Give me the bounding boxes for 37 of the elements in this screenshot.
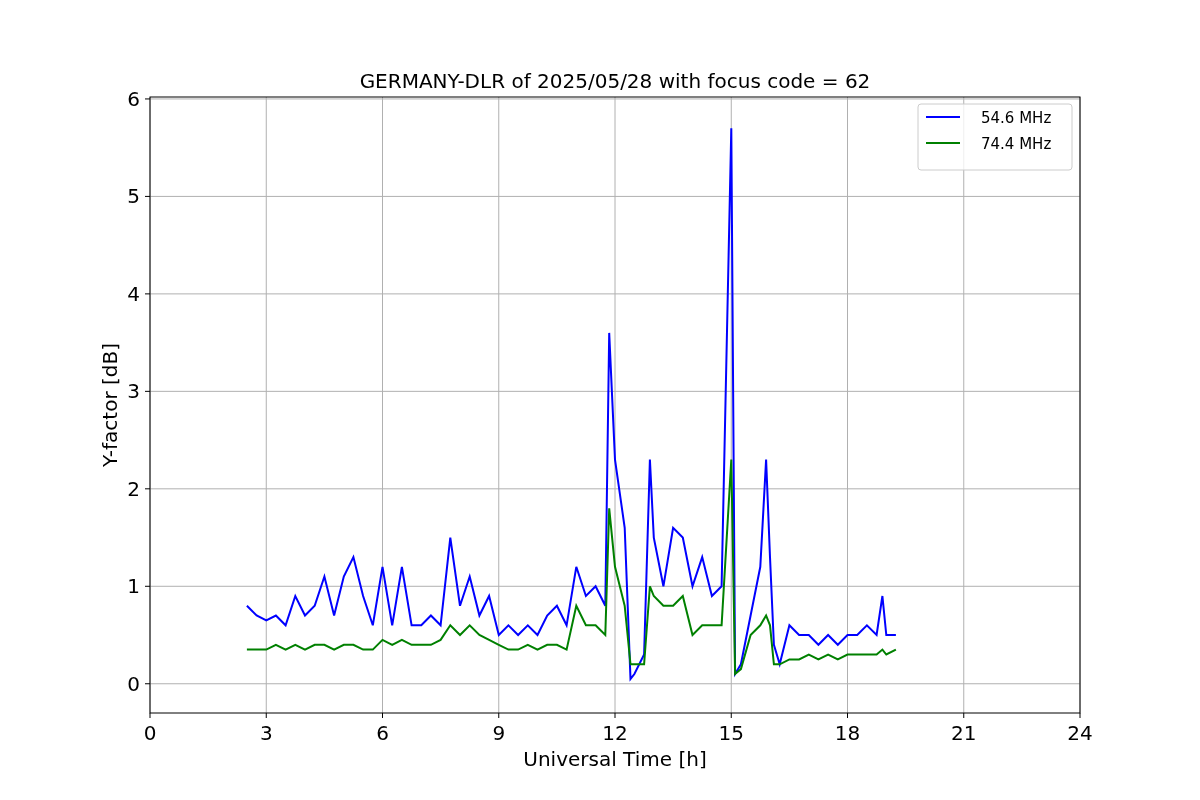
tick-mark <box>1079 712 1081 719</box>
tick-label: 21 <box>951 721 977 745</box>
tick-mark <box>144 98 151 100</box>
tick-label: 3 <box>259 721 273 745</box>
tick-label: 6 <box>127 86 140 111</box>
tick-label: 5 <box>127 184 140 209</box>
tick-mark <box>614 712 616 719</box>
tick-mark <box>963 712 965 719</box>
tick-label: 18 <box>834 721 861 745</box>
tick-label: 2 <box>127 476 140 501</box>
tick-mark <box>144 293 151 295</box>
tick-mark <box>730 712 732 719</box>
tick-mark <box>144 390 151 392</box>
tick-label: 9 <box>492 721 506 745</box>
tick-mark <box>265 712 267 719</box>
tick-mark <box>144 585 151 587</box>
tick-label: 0 <box>127 671 140 696</box>
tick-mark <box>498 712 500 719</box>
chart-title: GERMANY-DLR of 2025/05/28 with focus code = 62 <box>359 69 871 93</box>
tick-label: 24 <box>1067 721 1093 745</box>
tick-label: 15 <box>718 721 744 745</box>
legend-label: 54.6 MHz <box>981 109 1052 127</box>
x-axis-label: Universal Time [h] <box>523 747 707 771</box>
legend-label: 74.4 MHz <box>981 135 1052 153</box>
tick-mark <box>144 683 151 685</box>
y-axis-label: Y-factor [dB] <box>98 343 122 467</box>
tick-mark <box>144 488 151 490</box>
tick-mark <box>847 712 848 719</box>
tick-label: 1 <box>127 574 140 599</box>
tick-label: 12 <box>602 721 628 745</box>
tick-label: 3 <box>127 379 140 404</box>
tick-mark <box>149 712 151 719</box>
tick-mark <box>382 712 383 719</box>
tick-mark <box>144 195 151 197</box>
tick-label: 4 <box>127 281 140 306</box>
tick-label: 0 <box>143 721 157 745</box>
tick-label: 6 <box>376 721 389 745</box>
